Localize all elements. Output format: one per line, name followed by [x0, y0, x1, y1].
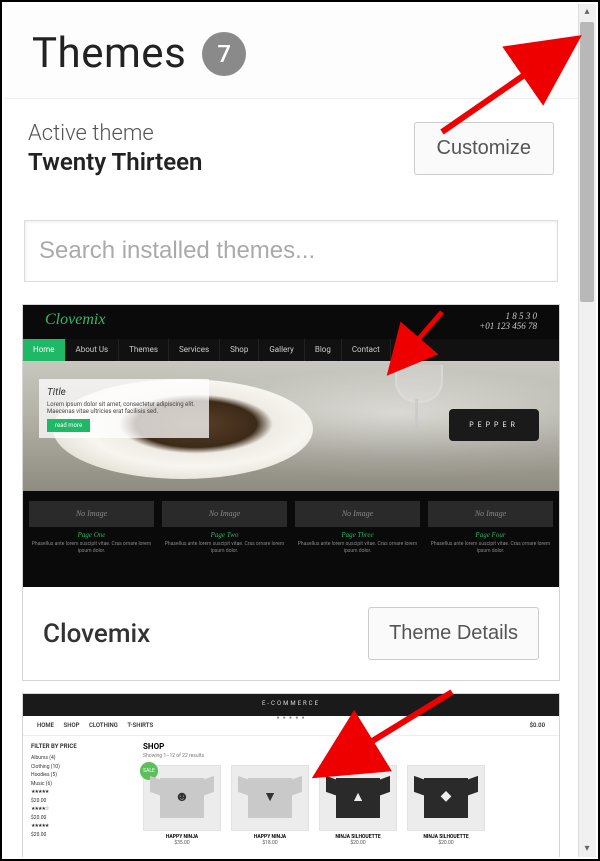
- active-theme-name: Twenty Thirteen: [28, 148, 202, 176]
- hero-caption: Title Lorem ipsum dolor sit amet, consec…: [39, 379, 209, 438]
- theme-card-ecommerce[interactable]: E-COMMERCE ● ● ● ● ● HOME SHOP CLOTHING …: [22, 693, 560, 857]
- customize-button[interactable]: Customize: [414, 122, 554, 175]
- preview-product: ▲ NINJA SILHOUETTE $20.00: [319, 765, 397, 846]
- theme-card-footer: Clovemix Theme Details: [23, 587, 559, 680]
- preview-product: SALE☻ HAPPY NINJA $35.00: [143, 765, 221, 846]
- scroll-viewport: Themes 7 Active theme Twenty Thirteen Cu…: [4, 4, 596, 857]
- hero-glass-graphic: [395, 365, 439, 435]
- preview-phone: 1 8 5 3 0+01 123 456 78: [479, 311, 537, 339]
- preview-nav-item: Blog: [305, 339, 342, 361]
- page-title: Themes: [32, 29, 186, 78]
- active-theme-text: Active theme Twenty Thirteen: [28, 121, 202, 176]
- preview-topbar: E-COMMERCE ● ● ● ● ●: [23, 694, 559, 716]
- scrollbar-thumb[interactable]: [580, 22, 594, 302]
- preview-tile: No Image Page Two Phasellus ante lorem s…: [162, 501, 287, 554]
- hero-pepper-graphic: PEPPER: [449, 409, 539, 441]
- preview-feature-tiles: No Image Page One Phasellus ante lorem s…: [23, 491, 559, 558]
- preview-header: Clovemix 1 8 5 3 0+01 123 456 78: [23, 305, 559, 339]
- panel-header: Themes 7: [4, 4, 578, 98]
- preview-nav-item: Home: [23, 339, 66, 361]
- preview-product: ◆ NINJA SILHOUETTE $20.00: [407, 765, 485, 846]
- preview-nav-item: Shop: [220, 339, 259, 361]
- search-wrap: [4, 202, 578, 296]
- preview-sidebar: FILTER BY PRICE Albums (4) Clothing (10)…: [23, 736, 133, 852]
- preview-body: FILTER BY PRICE Albums (4) Clothing (10)…: [23, 736, 559, 852]
- themes-panel: Themes 7 Active theme Twenty Thirteen Cu…: [4, 4, 578, 857]
- preview-tile: No Image Page Three Phasellus ante lorem…: [295, 501, 420, 554]
- scroll-down-arrow-icon[interactable]: ▾: [578, 841, 596, 857]
- preview-hero: PEPPER Title Lorem ipsum dolor sit amet,…: [23, 361, 559, 491]
- preview-cart-total: $0.00: [530, 722, 545, 729]
- preview-logo: Clovemix: [45, 311, 105, 339]
- theme-count-badge: 7: [202, 32, 246, 76]
- active-theme-label: Active theme: [28, 121, 202, 146]
- preview-nav-item: About Us: [66, 339, 120, 361]
- preview-nav-item: Themes: [119, 339, 169, 361]
- scroll-up-arrow-icon[interactable]: ▴: [578, 4, 596, 20]
- theme-details-button[interactable]: Theme Details: [368, 607, 539, 660]
- preview-tile: No Image Page Four Phasellus ante lorem …: [428, 501, 553, 554]
- active-theme-row: Active theme Twenty Thirteen Customize: [4, 98, 578, 202]
- search-themes-input[interactable]: [24, 220, 558, 282]
- preview-nav: Home About Us Themes Services Shop Galle…: [23, 339, 559, 361]
- preview-nav-item: Gallery: [259, 339, 305, 361]
- preview-nav-item: Services: [169, 339, 220, 361]
- preview-main: SHOP Showing 1–12 of 22 results SALE☻ HA…: [133, 736, 559, 852]
- scrollbar[interactable]: ▴ ▾: [578, 4, 596, 857]
- theme-card-clovemix[interactable]: Clovemix 1 8 5 3 0+01 123 456 78 Home Ab…: [22, 304, 560, 681]
- preview-product-grid: SALE☻ HAPPY NINJA $35.00 ▼ HAPPY NINJA $…: [143, 765, 549, 846]
- preview-tile: No Image Page One Phasellus ante lorem s…: [29, 501, 154, 554]
- window-frame: Themes 7 Active theme Twenty Thirteen Cu…: [0, 0, 600, 861]
- preview-product: ▼ HAPPY NINJA $18.00: [231, 765, 309, 846]
- preview-nav-item: Contact: [342, 339, 391, 361]
- theme-name: Clovemix: [43, 619, 150, 649]
- theme-thumbnail: Clovemix 1 8 5 3 0+01 123 456 78 Home Ab…: [23, 305, 559, 587]
